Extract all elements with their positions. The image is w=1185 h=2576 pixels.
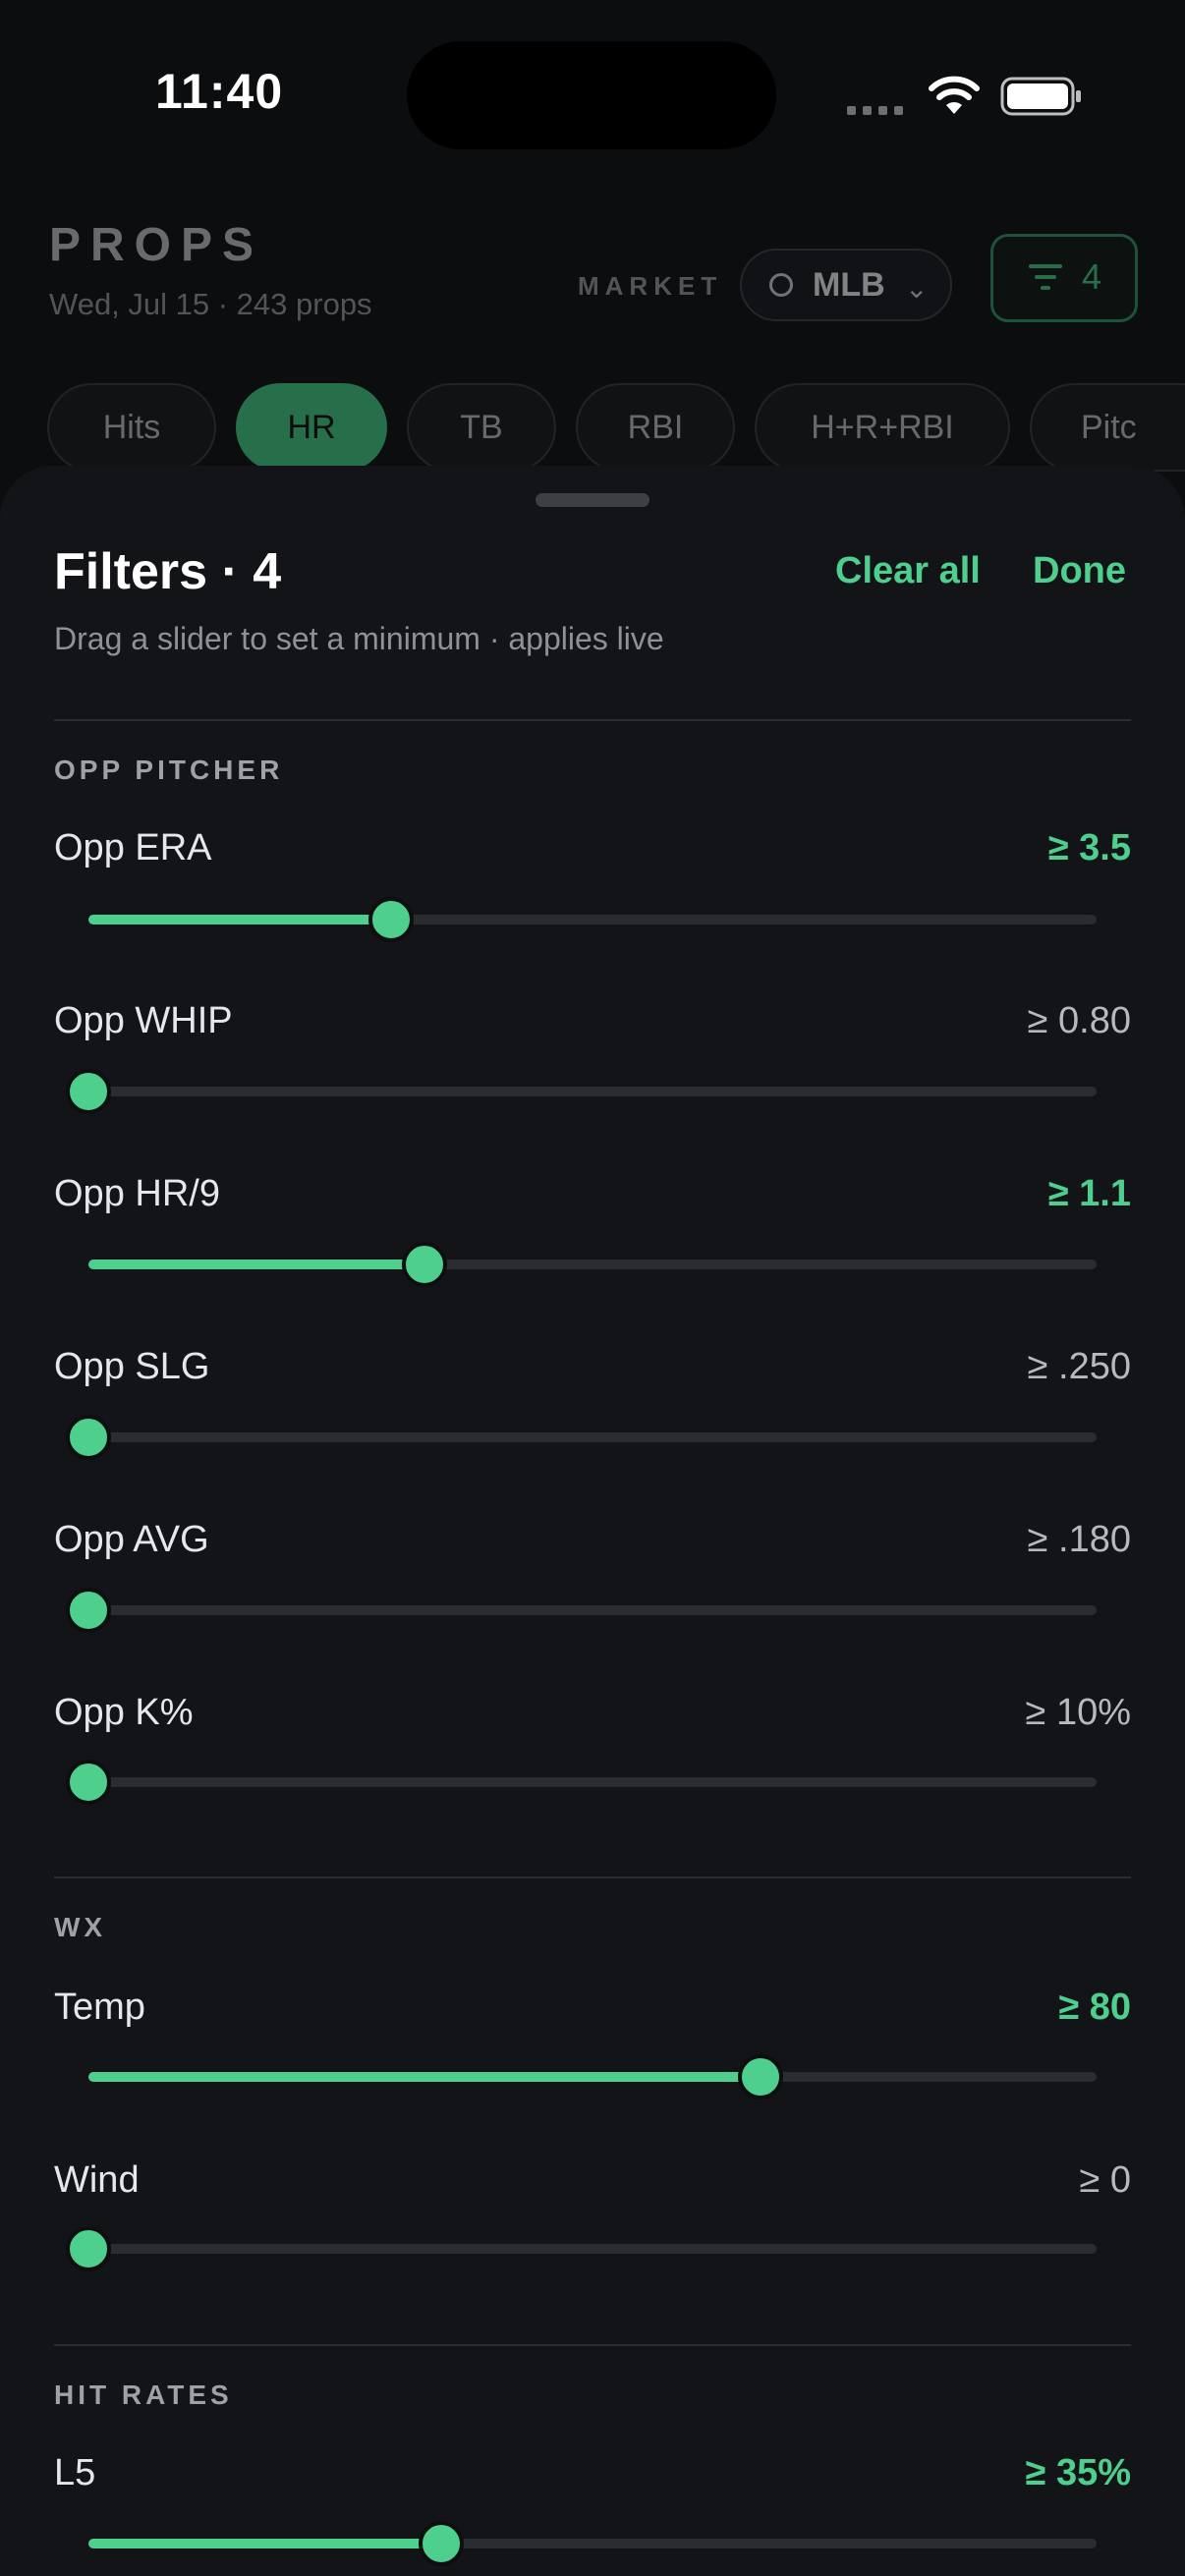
sheet-subtitle: Drag a slider to set a minimum · applies…	[54, 621, 664, 656]
market-label: MARKET	[578, 271, 723, 301]
filter-value-opp-hr9: ≥ 1.1	[1047, 1173, 1131, 1214]
market-value: MLB	[813, 266, 885, 304]
slider-track[interactable]	[88, 1432, 1097, 1442]
slider-thumb[interactable]	[66, 1415, 111, 1460]
filter-value-opp-era: ≥ 3.5	[1047, 827, 1131, 868]
chevron-down-icon: ⌄	[905, 273, 929, 304]
slider-thumb[interactable]	[66, 1588, 111, 1633]
slider-fill	[88, 2072, 762, 2082]
slider-thumb[interactable]	[66, 2226, 111, 2271]
sheet-title: Filters · 4	[54, 543, 282, 600]
done-button[interactable]: Done	[1033, 550, 1126, 592]
filter-label-wind: Wind	[54, 2159, 140, 2201]
wifi-icon	[929, 76, 980, 114]
section-title-wx: WX	[54, 1912, 107, 1942]
filter-label-opp-avg: Opp AVG	[54, 1519, 209, 1560]
tab-tb[interactable]: TB	[407, 383, 556, 472]
tab-hr[interactable]: HR	[236, 383, 387, 472]
divider	[54, 1876, 1131, 1878]
clear-all-button[interactable]: Clear all	[835, 550, 981, 592]
filter-icon	[1029, 264, 1062, 297]
slider-thumb[interactable]	[367, 897, 414, 942]
filter-label-opp-hr9: Opp HR/9	[54, 1173, 220, 1214]
dynamic-island	[407, 41, 776, 149]
slider-thumb[interactable]	[66, 1069, 111, 1114]
filter-button[interactable]: 4	[990, 234, 1138, 322]
filter-label-opp-era: Opp ERA	[54, 827, 212, 868]
filter-value-opp-k-pct: ≥ 10%	[1025, 1692, 1131, 1733]
slider-thumb[interactable]	[401, 1242, 447, 1287]
filter-value-wind: ≥ 0	[1079, 2159, 1131, 2201]
section-title-opp-pitcher: OPP PITCHER	[54, 755, 284, 785]
section-title-hit-rates: HIT RATES	[54, 2380, 233, 2410]
filter-label-opp-slg: Opp SLG	[54, 1346, 210, 1387]
slider-thumb[interactable]	[419, 2521, 465, 2566]
tab-hits[interactable]: Hits	[47, 383, 216, 472]
filter-value-opp-whip: ≥ 0.80	[1027, 1000, 1131, 1041]
page-title: PROPS	[49, 219, 264, 271]
filter-label-l5: L5	[54, 2452, 96, 2493]
filter-value-l5: ≥ 35%	[1025, 2452, 1131, 2493]
slider-track[interactable]	[88, 2244, 1097, 2254]
filter-label-opp-k-pct: Opp K%	[54, 1692, 194, 1733]
slider-fill	[88, 2539, 442, 2548]
market-selector[interactable]: MLB ⌄	[740, 249, 952, 321]
tab-rbi[interactable]: RBI	[576, 383, 735, 472]
slider-fill	[88, 1260, 424, 1269]
baseball-icon	[769, 273, 793, 297]
battery-icon	[1000, 77, 1081, 116]
divider	[54, 2344, 1131, 2346]
filter-label-opp-whip: Opp WHIP	[54, 1000, 233, 1041]
slider-track[interactable]	[88, 1087, 1097, 1096]
slider-fill	[88, 915, 391, 924]
status-time: 11:40	[155, 64, 284, 119]
slider-thumb[interactable]	[738, 2054, 784, 2100]
filter-count: 4	[1082, 256, 1102, 297]
filter-value-opp-slg: ≥ .250	[1027, 1346, 1131, 1387]
tab-pitcher[interactable]: Pitc	[1030, 383, 1185, 472]
filter-label-temp: Temp	[54, 1987, 145, 2028]
divider	[54, 719, 1131, 721]
tab-h-r-rbi[interactable]: H+R+RBI	[755, 383, 1010, 472]
filter-value-opp-avg: ≥ .180	[1027, 1519, 1131, 1560]
sheet-grabber[interactable]	[536, 493, 649, 507]
page-subtitle: Wed, Jul 15 · 243 props	[49, 287, 372, 321]
filter-value-temp: ≥ 80	[1058, 1987, 1131, 2028]
cellular-signal-icon	[847, 102, 910, 120]
slider-thumb[interactable]	[66, 1760, 111, 1805]
slider-track[interactable]	[88, 1605, 1097, 1615]
slider-track[interactable]	[88, 1777, 1097, 1787]
